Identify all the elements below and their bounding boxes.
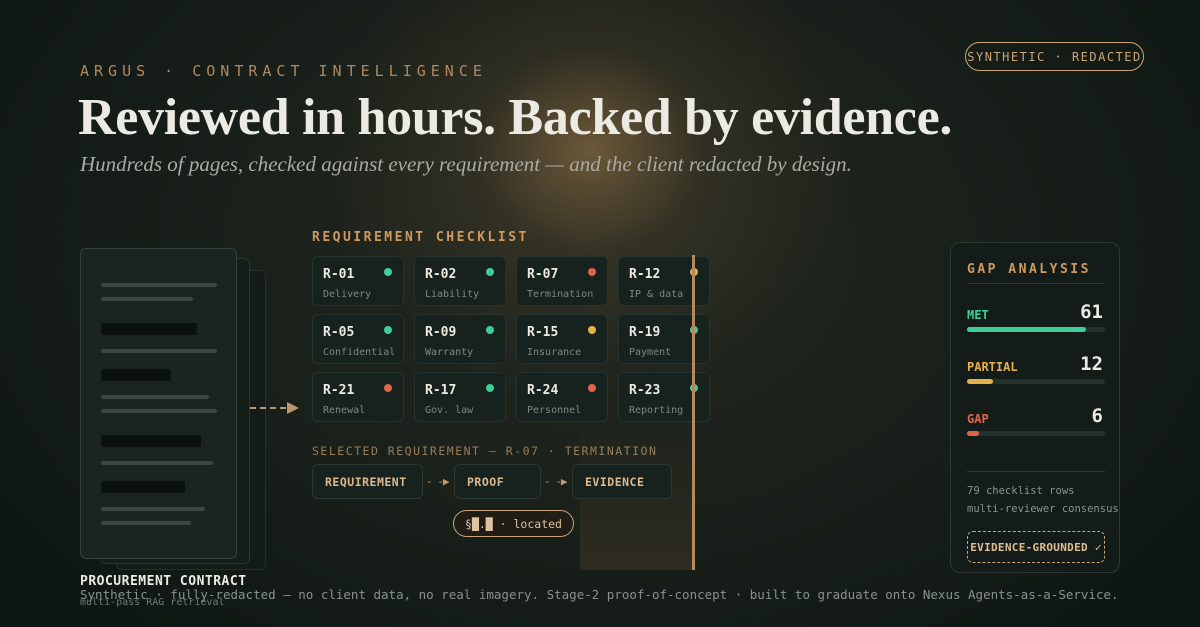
- requirement-card-r-02[interactable]: R-02 Liability: [414, 256, 506, 306]
- text-line: [101, 461, 213, 465]
- requirement-name: Delivery: [323, 289, 372, 300]
- requirement-id: R-24: [527, 383, 559, 398]
- requirement-name: IP & data: [629, 289, 684, 300]
- requirement-name: Reporting: [629, 405, 684, 416]
- metric-value-gap: 6: [1091, 405, 1103, 427]
- page-subtitle: Hundreds of pages, checked against every…: [80, 152, 852, 176]
- requirement-card-r-05[interactable]: R-05 Confidential: [312, 314, 404, 364]
- requirement-card-r-19[interactable]: R-19 Payment: [618, 314, 710, 364]
- timeline-bar: [692, 255, 695, 570]
- text-line: [101, 349, 217, 353]
- status-dot-met: [384, 268, 392, 276]
- metric-value-partial: 12: [1080, 353, 1103, 375]
- requirement-id: R-21: [323, 383, 355, 398]
- located-badge[interactable]: §█.█ · located: [453, 510, 574, 537]
- divider: [967, 471, 1105, 472]
- metric-label-met: MET: [967, 308, 989, 322]
- requirement-id: R-01: [323, 267, 355, 282]
- status-dot-partial: [588, 326, 596, 334]
- redaction-block: [101, 435, 201, 447]
- metric-value-met: 61: [1080, 301, 1103, 323]
- status-dot-gap: [588, 268, 596, 276]
- status-dot-gap: [588, 384, 596, 392]
- requirement-id: R-07: [527, 267, 559, 282]
- evidence-step[interactable]: EVIDENCE: [572, 464, 672, 499]
- metric-label-gap: GAP: [967, 412, 989, 426]
- requirement-id: R-19: [629, 325, 661, 340]
- requirement-card-r-12[interactable]: R-12 IP & data: [618, 256, 710, 306]
- status-dot-met: [486, 268, 494, 276]
- requirement-name: Payment: [629, 347, 672, 358]
- requirement-id: R-17: [425, 383, 457, 398]
- text-line: [101, 521, 191, 525]
- requirement-name: Liability: [425, 289, 480, 300]
- requirement-card-r-15[interactable]: R-15 Insurance: [516, 314, 608, 364]
- requirement-step[interactable]: REQUIREMENT: [312, 464, 423, 499]
- text-line: [101, 507, 205, 511]
- requirement-id: R-02: [425, 267, 457, 282]
- panel-title: GAP ANALYSIS: [967, 262, 1091, 277]
- text-line: [101, 283, 217, 287]
- text-line: [101, 395, 209, 399]
- status-dot-met: [486, 326, 494, 334]
- text-line: [101, 297, 193, 301]
- page-title: Reviewed in hours. Backed by evidence.: [78, 89, 953, 146]
- requirement-id: R-15: [527, 325, 559, 340]
- redaction-block: [101, 369, 171, 381]
- redaction-block: [101, 323, 197, 335]
- status-dot-met: [384, 326, 392, 334]
- requirement-id: R-23: [629, 383, 661, 398]
- checklist-title: REQUIREMENT CHECKLIST: [312, 230, 529, 245]
- text-line: [101, 409, 217, 413]
- gap-analysis-panel: GAP ANALYSIS MET 61 PARTIAL 12 GAP 6 79 …: [950, 242, 1120, 573]
- requirement-name: Termination: [527, 289, 594, 300]
- consensus-note: multi-reviewer consensus: [967, 503, 1119, 515]
- requirement-card-r-07[interactable]: R-07 Termination: [516, 256, 608, 306]
- flow-arrow-line: [250, 407, 286, 409]
- requirement-id: R-12: [629, 267, 661, 282]
- eyebrow-label: ARGUS · CONTRACT INTELLIGENCE: [80, 62, 487, 80]
- requirement-name: Renewal: [323, 405, 366, 416]
- divider: [967, 283, 1105, 284]
- requirement-card-r-24[interactable]: R-24 Personnel: [516, 372, 608, 422]
- proof-step[interactable]: PROOF: [454, 464, 541, 499]
- selected-requirement-label: SELECTED REQUIREMENT — R-07 · TERMINATIO…: [312, 444, 658, 458]
- requirement-name: Personnel: [527, 405, 582, 416]
- contract-document[interactable]: [80, 248, 237, 559]
- requirement-id: R-05: [323, 325, 355, 340]
- requirement-name: Warranty: [425, 347, 474, 358]
- progress-fill-met: [967, 327, 1086, 332]
- requirement-card-r-09[interactable]: R-09 Warranty: [414, 314, 506, 364]
- synthetic-badge: SYNTHETIC · REDACTED: [965, 42, 1144, 71]
- requirement-name: Insurance: [527, 347, 582, 358]
- requirement-card-r-23[interactable]: R-23 Reporting: [618, 372, 710, 422]
- arrow-right-icon: - -▶: [426, 475, 449, 488]
- requirement-card-r-17[interactable]: R-17 Gov. law: [414, 372, 506, 422]
- arrow-right-icon: - -▶: [544, 475, 567, 488]
- progress-fill-gap: [967, 431, 980, 436]
- status-dot-gap: [384, 384, 392, 392]
- arrow-right-icon: [287, 402, 299, 414]
- footer-note: Synthetic · fully-redacted — no client d…: [80, 587, 1119, 602]
- redaction-block: [101, 481, 185, 493]
- progress-bar-gap: [967, 431, 1105, 436]
- progress-bar-met: [967, 327, 1105, 332]
- progress-fill-partial: [967, 379, 994, 384]
- status-dot-met: [486, 384, 494, 392]
- requirement-name: Gov. law: [425, 405, 474, 416]
- requirement-card-r-01[interactable]: R-01 Delivery: [312, 256, 404, 306]
- requirement-id: R-09: [425, 325, 457, 340]
- requirement-card-r-21[interactable]: R-21 Renewal: [312, 372, 404, 422]
- progress-bar-partial: [967, 379, 1105, 384]
- checklist-rows-note: 79 checklist rows: [967, 485, 1075, 497]
- metric-label-partial: PARTIAL: [967, 360, 1018, 374]
- requirement-name: Confidential: [323, 347, 396, 358]
- evidence-grounded-badge: EVIDENCE-GROUNDED ✓: [967, 531, 1105, 563]
